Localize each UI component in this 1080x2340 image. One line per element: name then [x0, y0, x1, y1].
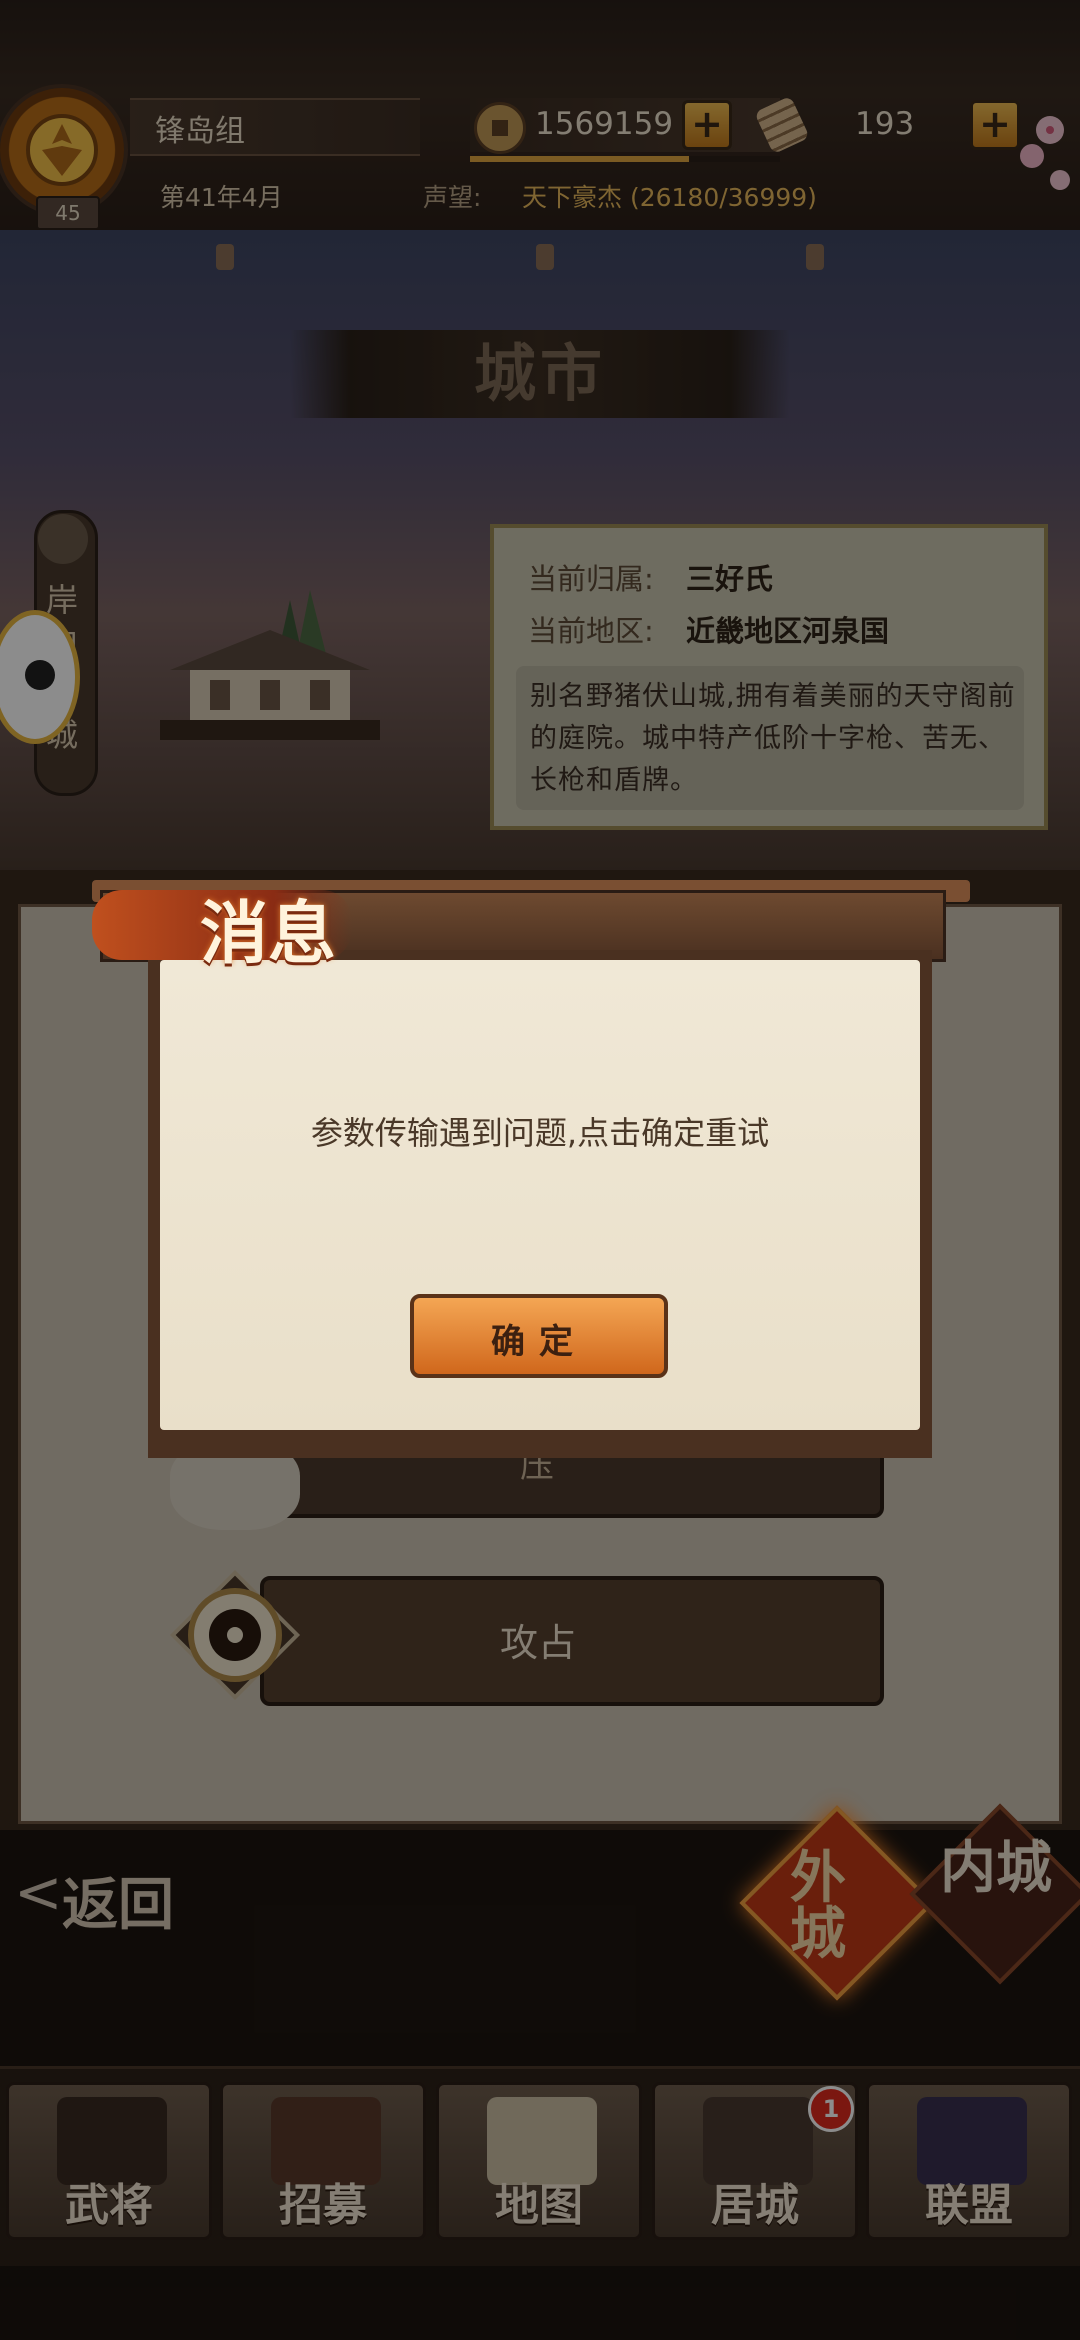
dialog-title: 消息: [200, 894, 337, 974]
confirm-button-label: 确定: [491, 1322, 587, 1362]
dialog-message: 参数传输遇到问题,点击确定重试: [310, 1114, 770, 1152]
